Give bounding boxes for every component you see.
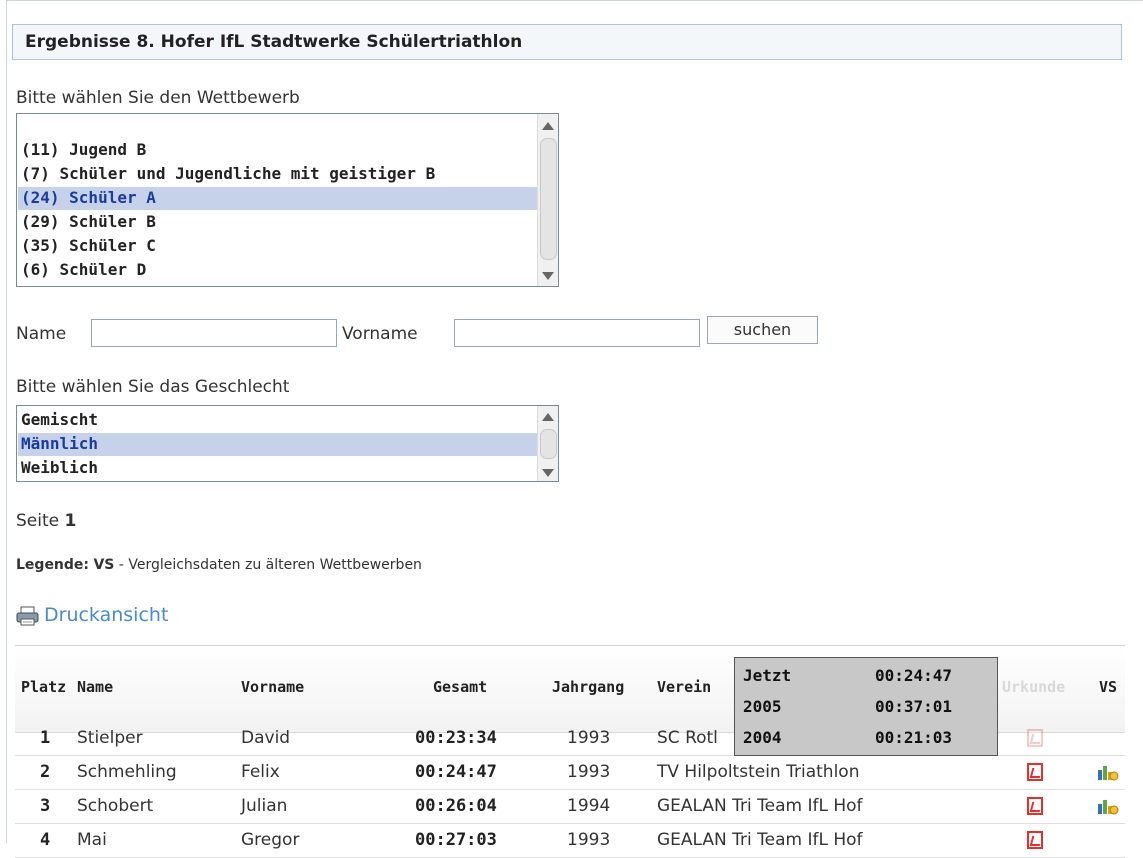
competition-option[interactable]: (7) Schüler und Jugendliche mit geistige… xyxy=(21,164,435,183)
scroll-down-icon[interactable] xyxy=(542,469,554,477)
gender-option-selected[interactable]: Männlich xyxy=(21,434,98,453)
cell-platz: 3 xyxy=(40,796,51,816)
pdf-icon[interactable] xyxy=(1027,831,1043,849)
cell-jahrgang: 1993 xyxy=(567,830,611,850)
cell-gesamt: 00:27:03 xyxy=(415,830,497,850)
table-row[interactable]: 4 Mai Gregor 00:27:03 1993 GEALAN Tri Te… xyxy=(15,824,1125,858)
gender-label: Bitte wählen Sie das Geschlecht xyxy=(16,377,290,397)
competition-option[interactable]: (11) Jugend B xyxy=(21,140,146,159)
vorname-input[interactable] xyxy=(454,319,700,347)
cell-name: Schobert xyxy=(77,796,154,816)
competition-listbox[interactable]: (11) Jugend B (7) Schüler und Jugendlich… xyxy=(16,113,559,287)
cell-verein: GEALAN Tri Team IfL Hof xyxy=(657,796,863,816)
gender-scrollbar[interactable] xyxy=(537,406,558,481)
comparison-chart-icon[interactable] xyxy=(1097,762,1119,782)
tooltip-time: 00:37:01 xyxy=(875,697,953,716)
scroll-up-icon[interactable] xyxy=(542,413,554,421)
tooltip-label: 2004 xyxy=(743,728,782,747)
col-verein[interactable]: Verein xyxy=(657,678,711,696)
scroll-thumb[interactable] xyxy=(540,138,557,260)
gender-option[interactable]: Gemischt xyxy=(21,410,98,429)
cell-vorname: Julian xyxy=(241,796,288,816)
tooltip-time: 00:24:47 xyxy=(875,666,953,685)
page-label: Seite xyxy=(16,511,60,531)
cell-gesamt: 00:26:04 xyxy=(415,796,497,816)
page-number[interactable]: 1 xyxy=(65,511,77,531)
pdf-icon[interactable] xyxy=(1027,797,1043,815)
cell-verein: GEALAN Tri Team IfL Hof xyxy=(657,830,863,850)
cell-vorname: Felix xyxy=(241,762,280,782)
cell-platz: 2 xyxy=(40,762,51,782)
cell-jahrgang: 1993 xyxy=(567,762,611,782)
competition-option[interactable]: (29) Schüler B xyxy=(21,212,156,231)
competition-label: Bitte wählen Sie den Wettbewerb xyxy=(16,88,300,108)
col-jahrgang[interactable]: Jahrgang xyxy=(552,678,624,696)
print-view-link[interactable]: Druckansicht xyxy=(44,604,168,626)
gender-listbox[interactable]: Gemischt Männlich Weiblich xyxy=(16,405,559,482)
comparison-chart-icon[interactable] xyxy=(1097,796,1119,816)
col-vorname[interactable]: Vorname xyxy=(241,678,304,696)
cell-name: Mai xyxy=(77,830,107,850)
scroll-thumb[interactable] xyxy=(540,429,557,459)
scroll-down-icon[interactable] xyxy=(542,272,554,280)
legend-text: - Vergleichsdaten zu älteren Wettbewerbe… xyxy=(118,557,422,573)
col-vs[interactable]: VS xyxy=(1099,678,1117,696)
name-label: Name xyxy=(16,324,67,344)
competition-option[interactable]: (35) Schüler C xyxy=(21,236,156,255)
page-title: Ergebnisse 8. Hofer IfL Stadtwerke Schül… xyxy=(25,32,523,52)
competition-option-selected[interactable]: (24) Schüler A xyxy=(21,188,156,207)
search-button[interactable]: suchen xyxy=(707,316,818,344)
page-title-bar: Ergebnisse 8. Hofer IfL Stadtwerke Schül… xyxy=(12,24,1122,60)
col-gesamt[interactable]: Gesamt xyxy=(433,678,487,696)
name-input[interactable] xyxy=(91,319,337,347)
legend: Legende: VS - Vergleichsdaten zu älteren… xyxy=(16,557,422,573)
printer-icon[interactable] xyxy=(16,606,40,626)
legend-key: VS xyxy=(93,557,115,573)
cell-verein: TV Hilpoltstein Triathlon xyxy=(657,762,860,782)
pdf-icon[interactable] xyxy=(1027,729,1043,747)
cell-name: Schmehling xyxy=(77,762,177,782)
col-urkunde[interactable]: Urkunde xyxy=(1002,678,1065,696)
cell-name: Stielper xyxy=(77,728,143,748)
scroll-up-icon[interactable] xyxy=(542,122,554,130)
col-platz[interactable]: Platz xyxy=(21,678,66,696)
cell-platz: 1 xyxy=(40,728,51,748)
page-indicator: Seite 1 xyxy=(16,511,76,531)
gender-option[interactable]: Weiblich xyxy=(21,458,98,477)
cell-jahrgang: 1994 xyxy=(567,796,611,816)
table-row[interactable]: 3 Schobert Julian 00:26:04 1994 GEALAN T… xyxy=(15,790,1125,824)
tooltip-label: 2005 xyxy=(743,697,782,716)
vorname-label: Vorname xyxy=(342,324,418,344)
comparison-tooltip: Jetzt 00:24:47 2005 00:37:01 2004 00:21:… xyxy=(734,657,998,756)
cell-gesamt: 00:23:34 xyxy=(415,728,497,748)
col-name[interactable]: Name xyxy=(77,678,113,696)
cell-vorname: David xyxy=(241,728,291,748)
tooltip-time: 00:21:03 xyxy=(875,728,953,747)
competition-option[interactable]: (6) Schüler D xyxy=(21,260,146,279)
cell-verein: SC Rotl xyxy=(657,728,718,748)
tooltip-label: Jetzt xyxy=(743,666,792,685)
cell-platz: 4 xyxy=(40,830,51,850)
legend-title: Legende: xyxy=(16,557,90,573)
cell-vorname: Gregor xyxy=(241,830,300,850)
table-row[interactable]: 2 Schmehling Felix 00:24:47 1993 TV Hilp… xyxy=(15,756,1125,790)
cell-jahrgang: 1993 xyxy=(567,728,611,748)
competition-scrollbar[interactable] xyxy=(537,114,558,286)
pdf-icon[interactable] xyxy=(1027,763,1043,781)
cell-gesamt: 00:24:47 xyxy=(415,762,497,782)
